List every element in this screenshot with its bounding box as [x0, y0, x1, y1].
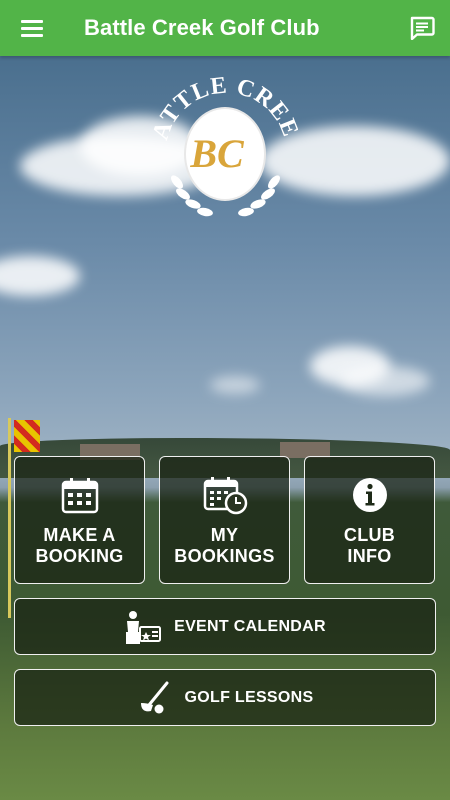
- club-info-button[interactable]: CLUB INFO: [304, 456, 435, 584]
- make-a-booking-button[interactable]: MAKE A BOOKING: [14, 456, 145, 584]
- make-a-booking-label: MAKE A BOOKING: [35, 525, 124, 566]
- my-bookings-label: MY BOOKINGS: [174, 525, 275, 566]
- event-presenter-icon: [126, 610, 162, 644]
- event-calendar-button[interactable]: EVENT CALENDAR: [14, 598, 436, 655]
- message-icon: [410, 16, 435, 40]
- calendar-grid-icon: [61, 478, 98, 514]
- calendar-clock-icon: [203, 477, 247, 515]
- app-header: Battle Creek Golf Club: [0, 0, 450, 56]
- golf-lessons-label: GOLF LESSONS: [184, 688, 314, 706]
- logo-monogram: BC: [189, 131, 245, 176]
- info-icon: [352, 478, 387, 512]
- my-bookings-button[interactable]: MY BOOKINGS: [159, 456, 290, 584]
- club-logo: BATTLE CREEK BC: [143, 52, 302, 227]
- event-calendar-label: EVENT CALENDAR: [174, 617, 326, 635]
- menu-button[interactable]: [0, 0, 64, 56]
- hamburger-menu-icon: [21, 20, 43, 37]
- golf-lessons-button[interactable]: GOLF LESSONS: [14, 669, 436, 726]
- club-info-label: CLUB INFO: [343, 525, 396, 566]
- app-title: Battle Creek Golf Club: [84, 15, 320, 40]
- messages-button[interactable]: [394, 0, 450, 56]
- golf-club-icon: [140, 681, 169, 713]
